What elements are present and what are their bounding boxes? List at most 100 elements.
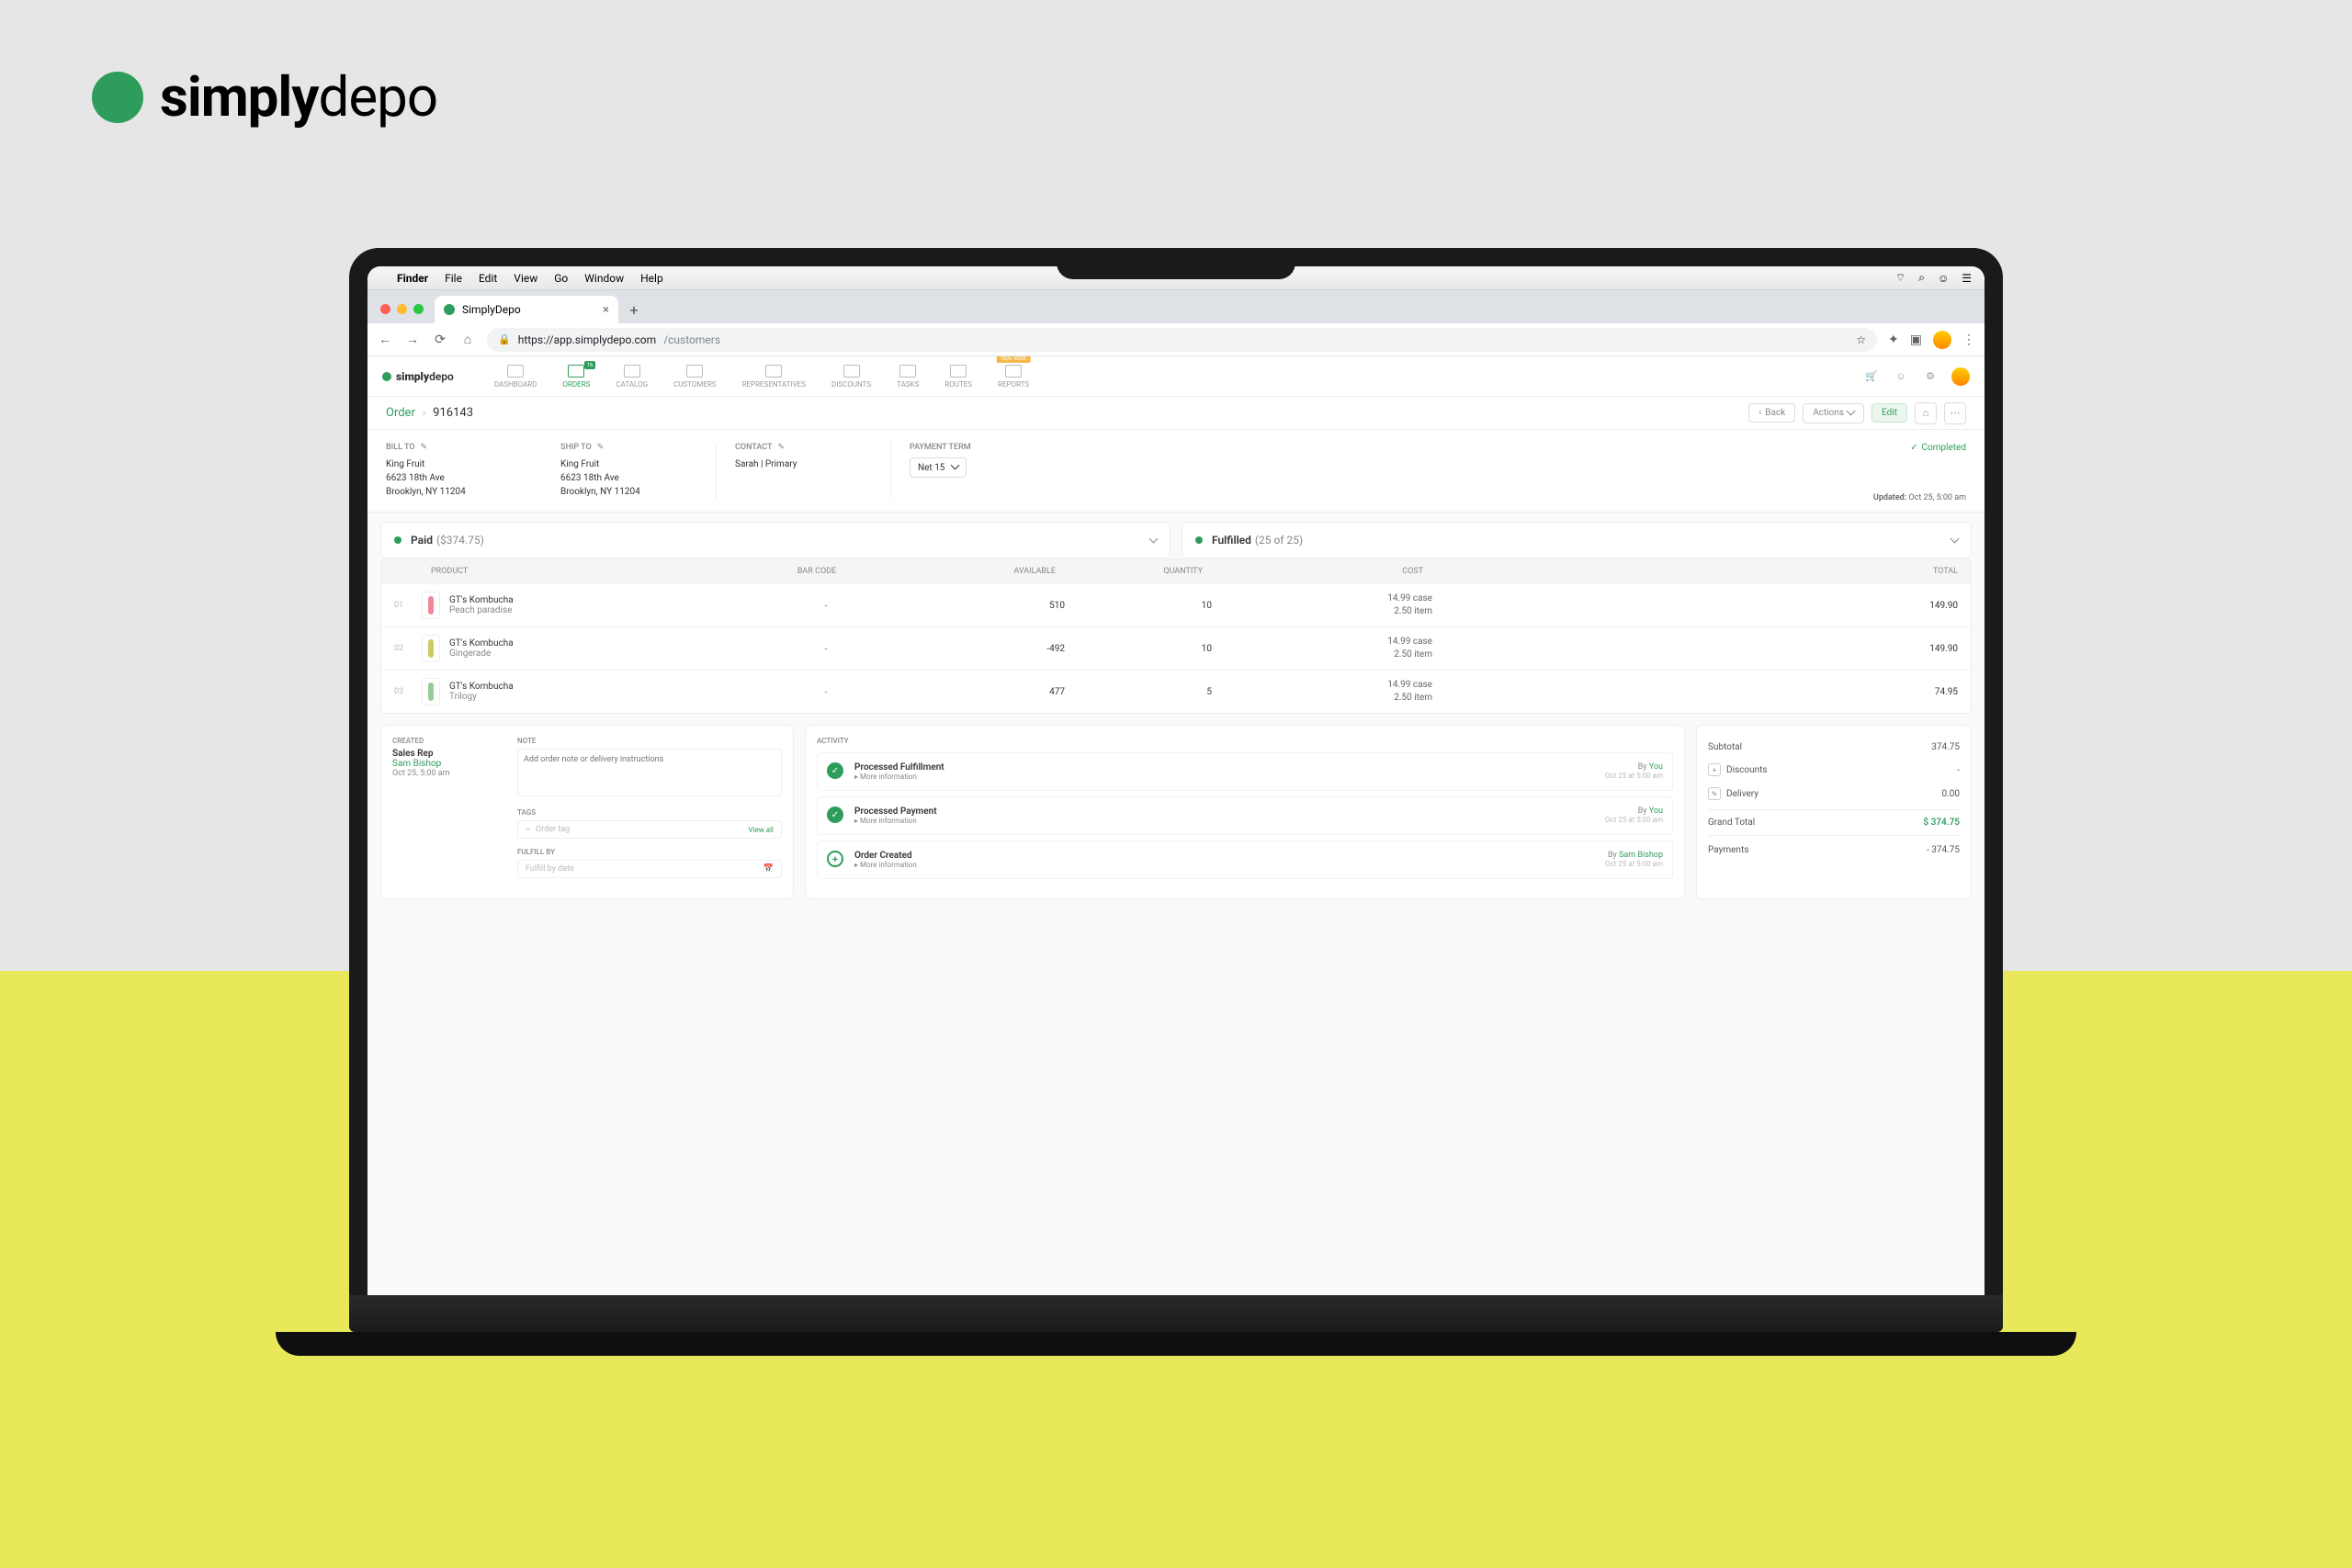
table-row[interactable]: 03 GT's KombuchaTrilogy - 477 5 14.99 ca… [381,670,1971,713]
search-icon[interactable]: ⌕ [1918,271,1925,285]
table-row[interactable]: 02 GT's KombuchaGingerade - -492 10 14.9… [381,626,1971,670]
nav-dashboard[interactable]: DASHBOARD [481,359,550,394]
catalog-icon [624,365,640,378]
edit-button[interactable]: Edit [1871,403,1907,423]
edit-contact-icon[interactable]: ✎ [778,443,786,452]
menubar-edit[interactable]: Edit [479,272,497,285]
back-icon[interactable]: ← [377,332,393,347]
menubar-view[interactable]: View [514,272,537,285]
macos-menubar: Finder File Edit View Go Window Help ⌔ ⌕… [368,266,1984,290]
close-window-icon[interactable] [380,304,390,314]
sales-rep-name[interactable]: Sam Bishop [392,759,503,769]
nav-discounts[interactable]: DISCOUNTS [819,359,884,394]
activity-item[interactable]: ✓ Processed Payment▸ More information By… [817,796,1673,835]
url-input[interactable]: 🔒 https://app.simplydepo.com/customers ☆ [487,328,1877,352]
trial-badge: TRIAL MODE [997,356,1031,363]
breadcrumb-order[interactable]: Order [386,406,415,420]
lock-icon: 🔒 [498,333,511,345]
status-dot-icon [394,536,401,544]
user-icon[interactable]: ☺ [1938,272,1949,285]
wifi-icon[interactable]: ⌔ [1895,271,1905,285]
profile-avatar-icon[interactable] [1933,331,1951,349]
activity-panel: ACTIVITY ✓ Processed Fulfillment▸ More i… [805,725,1685,899]
chevron-down-icon [1150,535,1157,547]
user-avatar[interactable] [1951,367,1970,386]
edit-bill-icon[interactable]: ✎ [421,443,428,452]
paid-card[interactable]: Paid ($374.75) [380,522,1170,558]
maximize-window-icon[interactable] [413,304,424,314]
bookmarks-icon[interactable]: ▣ [1910,333,1922,347]
back-button[interactable]: ‹ Back [1748,403,1795,423]
tab-title: SimplyDepo [462,303,521,316]
reports-icon [1005,365,1022,378]
browser-tabstrip: SimplyDepo × + [368,290,1984,323]
kebab-menu-icon[interactable]: ⋮ [1962,333,1975,347]
activity-item[interactable]: Order Created▸ More information By Sam B… [817,840,1673,879]
bill-to-block: BILL TO ✎ King Fruit 6623 18th Ave Brook… [386,443,524,499]
menubar-file[interactable]: File [445,272,462,285]
menubar-window[interactable]: Window [584,272,624,285]
star-icon[interactable]: ☆ [1856,333,1866,346]
fulfill-date-input[interactable]: Fulfill by date 📅 [517,860,782,878]
control-center-icon[interactable]: ☰ [1962,272,1972,285]
lower-panels: CREATED Sales Rep Sam Bishop Oct 25, 5:0… [368,714,1984,910]
plus-square-icon[interactable]: + [1708,763,1721,776]
nav-routes[interactable]: ROUTES [932,359,985,394]
customers-icon [686,365,703,378]
nav-orders[interactable]: ORDERS16 [549,359,603,394]
products-table: PRODUCT BAR CODE AVAILABLE QUANTITY COST… [380,558,1972,714]
view-all-link[interactable]: View all [748,826,774,834]
minimize-window-icon[interactable] [397,304,407,314]
dashboard-icon [507,365,524,378]
more-button[interactable]: ⋯ [1944,402,1966,424]
status-completed: ✓ Completed [1910,443,1966,453]
ship-to-block: SHIP TO ✎ King Fruit 6623 18th Ave Brook… [560,443,698,499]
reload-icon[interactable]: ⟳ [432,333,448,347]
menubar-go[interactable]: Go [554,272,568,285]
grand-total-label: Grand Total [1708,818,1755,828]
created-date: Oct 25, 5:00 am [392,769,503,778]
actions-button[interactable]: Actions [1803,403,1864,423]
order-info-row: BILL TO ✎ King Fruit 6623 18th Ave Brook… [368,430,1984,513]
laptop-frame: Finder File Edit View Go Window Help ⌔ ⌕… [349,248,2003,1332]
browser-tab[interactable]: SimplyDepo × [435,296,618,323]
product-image-icon [422,592,440,619]
subtotal-label: Subtotal [1708,742,1742,752]
nav-customers[interactable]: CUSTOMERS [661,359,729,394]
chevron-down-icon [1951,535,1958,547]
note-input[interactable] [517,749,782,796]
menubar-help[interactable]: Help [640,272,663,285]
app-header: simplydepo DASHBOARD ORDERS16 CATALOG CU… [368,356,1984,397]
window-controls [380,304,424,314]
payment-term-select[interactable]: Net 15 [910,457,967,478]
extensions-icon[interactable]: ✦ [1888,333,1899,347]
cart-icon[interactable]: 🛒 [1863,368,1880,385]
activity-item[interactable]: ✓ Processed Fulfillment▸ More informatio… [817,752,1673,791]
nav-catalog[interactable]: CATALOG [603,359,661,394]
tags-input[interactable]: ⌕ Order tag View all [517,820,782,839]
fulfilled-card[interactable]: Fulfilled (25 of 25) [1182,522,1972,558]
status-row: Paid ($374.75) Fulfilled (25 of 25) [368,513,1984,558]
orders-icon [568,365,584,378]
edit-ship-icon[interactable]: ✎ [597,443,605,452]
url-host: https://app.simplydepo.com [518,333,656,346]
home-button[interactable]: ⌂ [1915,402,1937,424]
product-image-icon [422,635,440,662]
nav-tasks[interactable]: TASKS [884,359,932,394]
menubar-finder[interactable]: Finder [397,272,428,285]
product-image-icon [422,678,440,705]
settings-icon[interactable]: ⚙ [1922,368,1939,385]
nav-reports[interactable]: TRIAL MODEREPORTS [985,359,1042,394]
close-tab-icon[interactable]: × [603,303,609,317]
app-logo[interactable]: simplydepo [382,370,454,383]
nav-representatives[interactable]: REPRESENTATIVES [729,359,819,394]
check-icon: ✓ [827,807,843,823]
edit-square-icon[interactable]: ✎ [1708,787,1721,800]
home-icon[interactable]: ⌂ [459,332,476,347]
table-row[interactable]: 01 GT's KombuchaPeach paradise - 510 10 … [381,583,1971,626]
forward-icon[interactable]: → [404,332,421,347]
url-path: /customers [663,333,720,346]
payments-label: Payments [1708,845,1748,855]
support-icon[interactable]: ☺ [1893,368,1909,385]
new-tab-button[interactable]: + [622,298,646,321]
